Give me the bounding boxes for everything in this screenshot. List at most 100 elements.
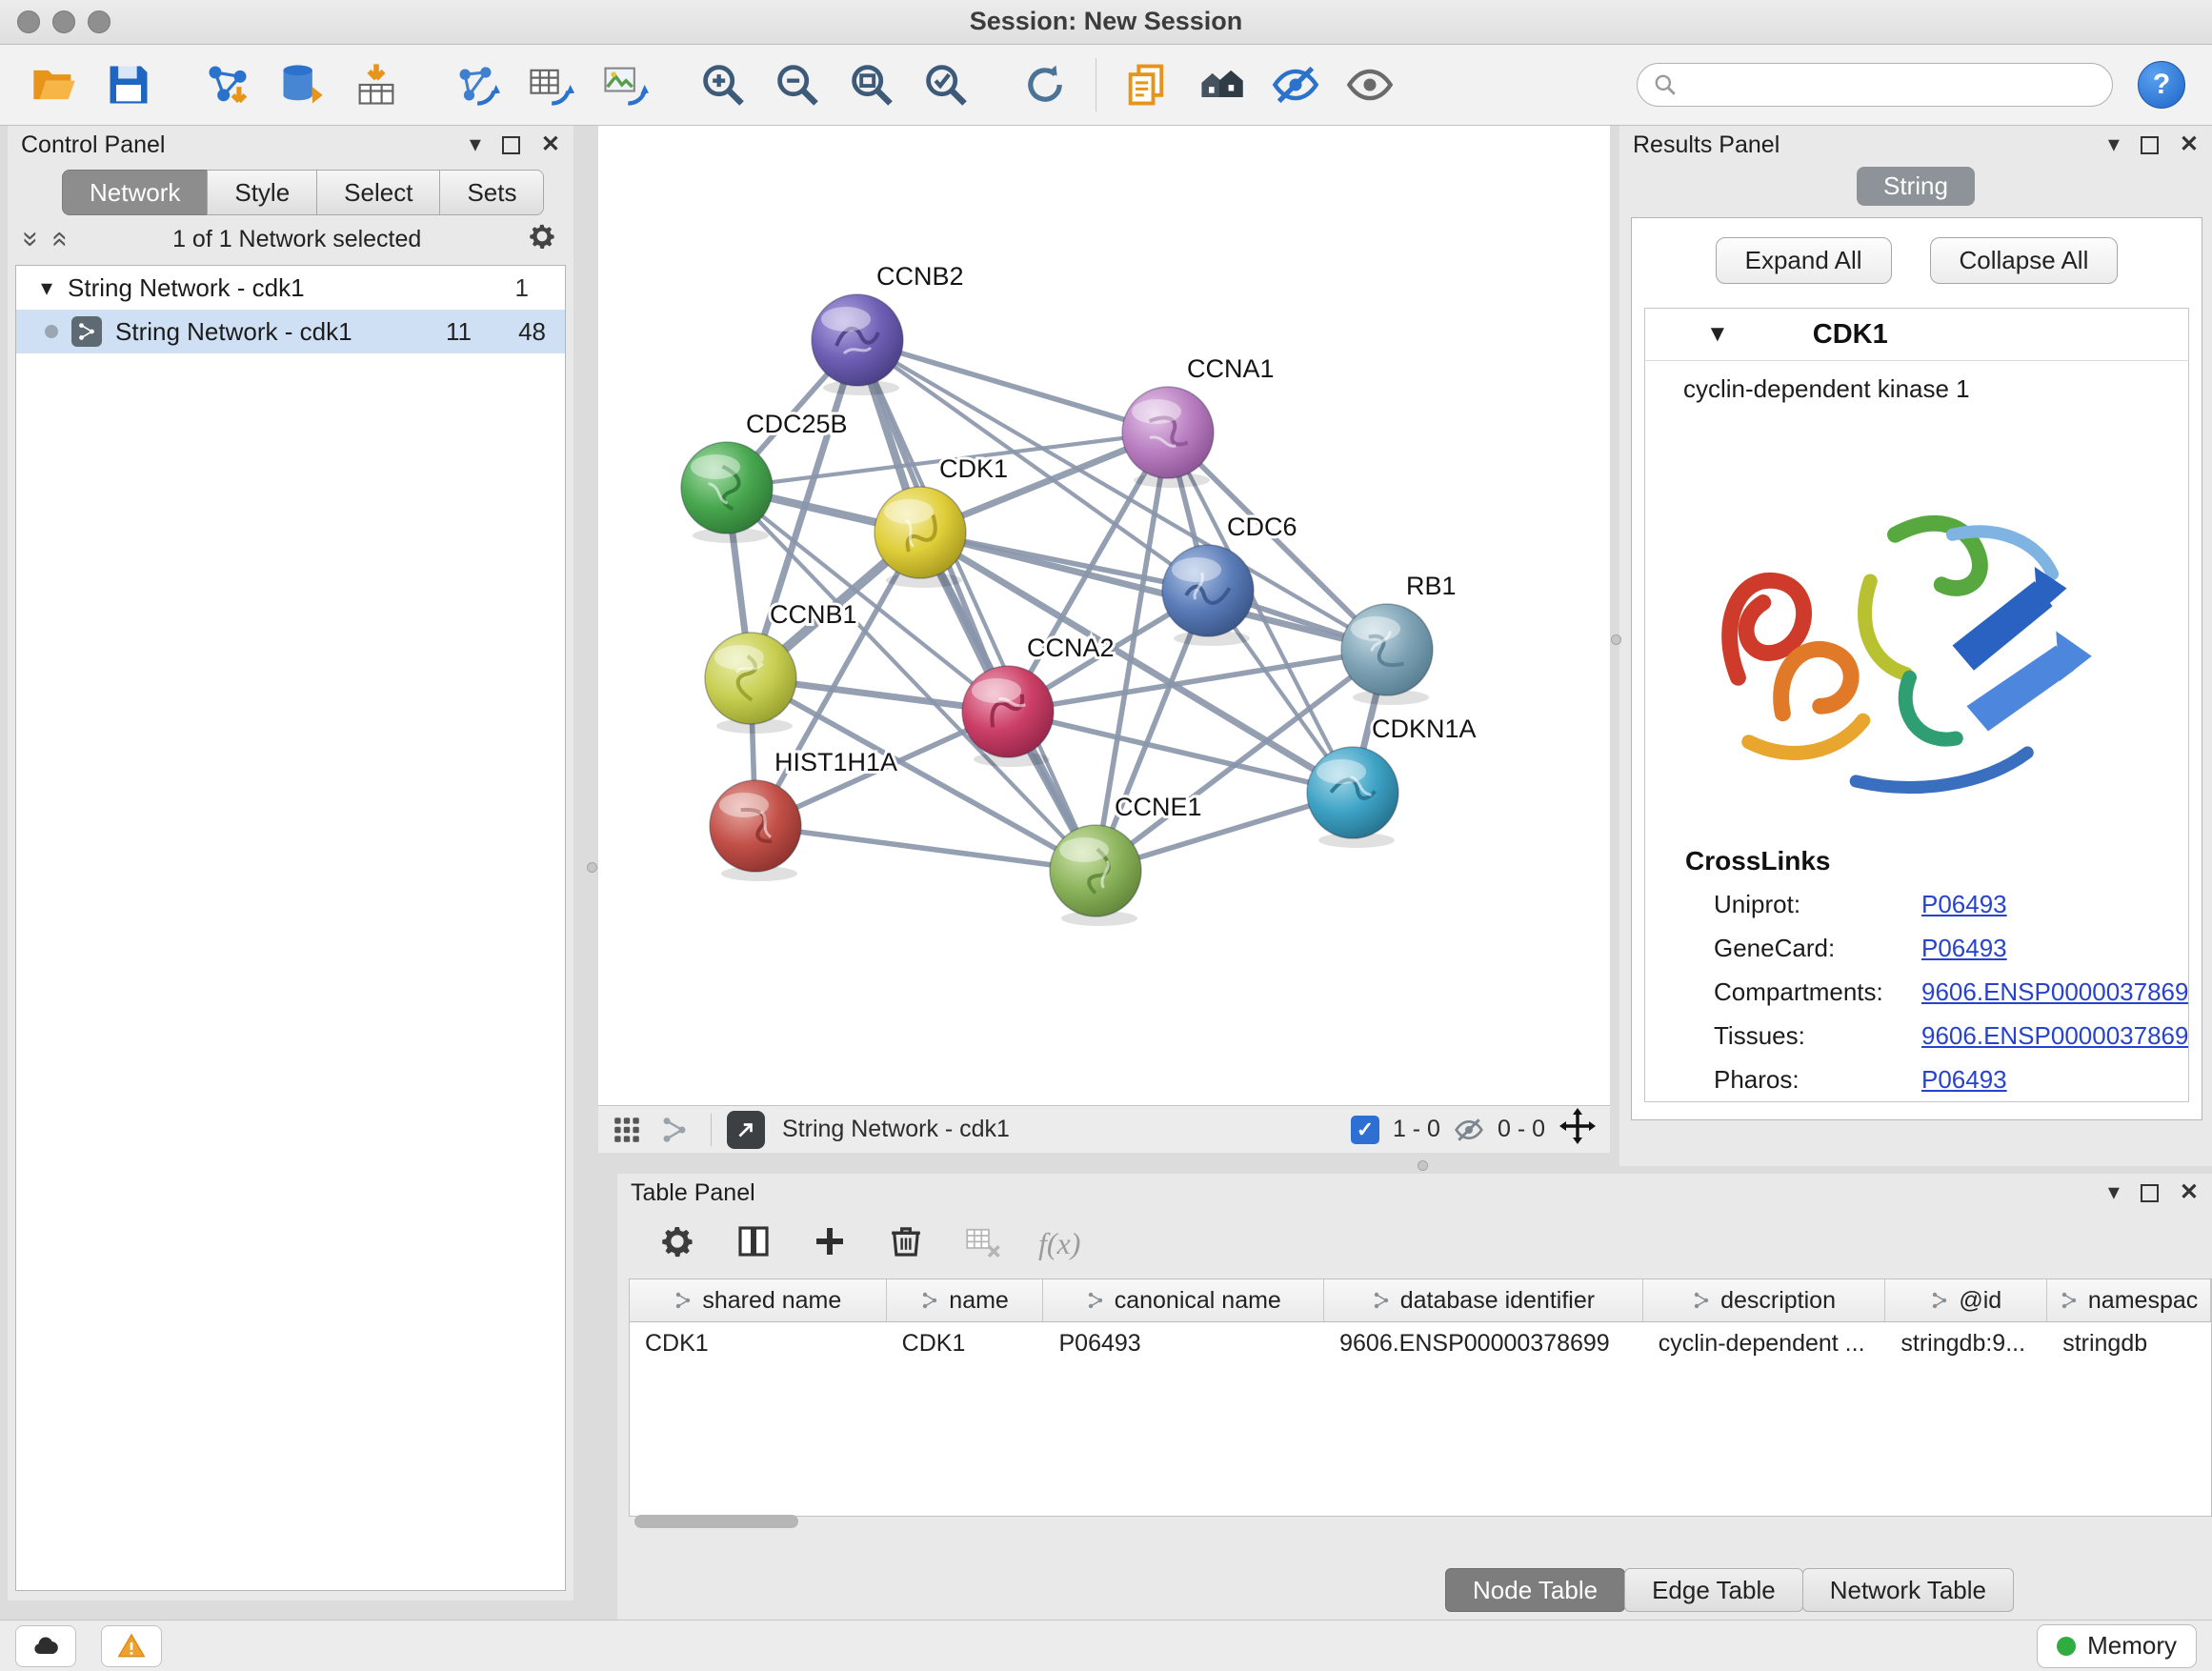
tab-sets[interactable]: Sets [439, 170, 544, 215]
edge-CCNB2-CCNA1[interactable] [857, 340, 1168, 433]
node-CDKN1A[interactable]: CDKN1A [1307, 715, 1477, 848]
splitter-handle[interactable] [1418, 1160, 1428, 1171]
home-view-button[interactable] [1193, 54, 1250, 115]
crosslink-link[interactable]: P06493 [1921, 890, 2007, 919]
node-CDK1[interactable]: CDK1 [875, 454, 1008, 588]
table-cell[interactable]: stringdb:9... [1885, 1322, 2047, 1364]
share-network-button[interactable] [659, 1115, 690, 1145]
import-network-button[interactable] [199, 54, 256, 115]
check-icon: ✓ [1357, 1117, 1374, 1142]
duplicate-document-button[interactable] [1118, 54, 1176, 115]
column-header--id[interactable]: @id [1885, 1279, 2047, 1321]
toolbar-search-input[interactable] [1687, 70, 2097, 100]
tab-select[interactable]: Select [316, 170, 440, 215]
panel-menu-icon[interactable]: ▾ [470, 133, 481, 156]
panel-close-icon[interactable]: ✕ [2180, 133, 2199, 156]
panel-float-icon[interactable] [502, 136, 520, 154]
panel-menu-icon[interactable]: ▾ [2108, 133, 2120, 156]
export-table-button[interactable] [521, 54, 578, 115]
node-CCNB1[interactable]: CCNB1 [705, 600, 857, 734]
selected-checkbox-icon[interactable]: ✓ [1351, 1116, 1379, 1144]
save-session-button[interactable] [100, 54, 157, 115]
tab-network-table[interactable]: Network Table [1802, 1568, 2014, 1612]
splitter-handle[interactable] [587, 862, 597, 873]
pan-mode-button[interactable] [1558, 1107, 1597, 1152]
column-header-description[interactable]: description [1643, 1279, 1886, 1321]
edge-CCNB2-CCNE1[interactable] [857, 340, 1096, 871]
delete-column-button[interactable] [886, 1221, 926, 1266]
node-CCNE1[interactable]: CCNE1 [1050, 793, 1202, 926]
node-table-header: shared namenamecanonical namedatabase id… [630, 1279, 2211, 1322]
zoom-in-button[interactable] [694, 54, 752, 115]
panel-menu-icon[interactable]: ▾ [2108, 1181, 2120, 1204]
crosslink-link[interactable]: 9606.ENSP00000378699 [1921, 1021, 2189, 1051]
table-row[interactable]: CDK1CDK1P064939606.ENSP00000378699cyclin… [630, 1322, 2211, 1364]
network-canvas[interactable]: CCNB2CCNA1CDC25BCDK1CDC6RB1CCNB1CCNA2CDK… [598, 126, 1610, 1105]
show-columns-button[interactable] [734, 1221, 774, 1266]
node-CDC6[interactable]: CDC6 [1162, 513, 1297, 646]
crosslink-link[interactable]: 9606.ENSP00000378699 [1921, 977, 2189, 1007]
tab-string[interactable]: String [1857, 167, 1975, 206]
crosslink-link[interactable]: P06493 [1921, 934, 2007, 963]
new-network-from-selection-button[interactable] [447, 54, 504, 115]
node-CCNA1[interactable]: CCNA1 [1122, 354, 1275, 488]
protein-section-header[interactable]: ▼ CDK1 [1645, 309, 2188, 361]
table-cell[interactable]: cyclin-dependent ... [1643, 1322, 1886, 1364]
network-options-button[interactable] [526, 220, 558, 259]
panel-float-icon[interactable] [2141, 1184, 2159, 1202]
node-RB1[interactable]: RB1 [1341, 572, 1457, 705]
panel-close-icon[interactable]: ✕ [541, 133, 560, 156]
hidden-elements-button[interactable] [1454, 1115, 1484, 1145]
collapse-all-networks-icon[interactable]: » [16, 232, 45, 248]
node-HIST1H1A[interactable]: HIST1H1A [710, 748, 897, 881]
cloud-status-button[interactable] [15, 1625, 76, 1667]
panel-close-icon[interactable]: ✕ [2180, 1181, 2199, 1204]
tab-edge-table[interactable]: Edge Table [1624, 1568, 1803, 1612]
table-cell[interactable]: P06493 [1043, 1322, 1324, 1364]
zoom-fit-button[interactable] [843, 54, 900, 115]
column-header-name[interactable]: name [887, 1279, 1044, 1321]
open-in-browser-button[interactable] [727, 1111, 765, 1149]
splitter-handle[interactable] [1611, 634, 1621, 645]
birds-eye-view-button[interactable] [612, 1115, 642, 1145]
disclosure-icon[interactable]: ▾ [41, 274, 52, 302]
tab-node-table[interactable]: Node Table [1445, 1568, 1625, 1612]
table-cell[interactable]: CDK1 [630, 1322, 887, 1364]
show-all-button[interactable] [1341, 54, 1398, 115]
panel-float-icon[interactable] [2141, 136, 2159, 154]
column-header-canonical-name[interactable]: canonical name [1043, 1279, 1324, 1321]
crosslink-link[interactable]: P06493 [1921, 1065, 2007, 1095]
column-header-database-identifier[interactable]: database identifier [1324, 1279, 1643, 1321]
memory-button[interactable]: Memory [2037, 1624, 2197, 1668]
create-column-button[interactable] [810, 1221, 850, 1266]
table-cell[interactable]: stringdb [2047, 1322, 2211, 1364]
edge-HIST1H1A-CCNE1[interactable] [755, 826, 1096, 871]
collapse-all-button[interactable]: Collapse All [1930, 237, 2119, 284]
table-settings-button[interactable] [657, 1221, 697, 1266]
table-cell[interactable]: CDK1 [887, 1322, 1044, 1364]
zoom-selected-button[interactable] [917, 54, 975, 115]
column-header-namespac[interactable]: namespac [2047, 1279, 2211, 1321]
help-button[interactable]: ? [2138, 61, 2185, 109]
import-network-from-database-button[interactable] [273, 54, 331, 115]
warnings-button[interactable] [101, 1625, 162, 1667]
network-selection-status: 1 of 1 Network selected [68, 226, 526, 253]
expand-all-button[interactable]: Expand All [1716, 237, 1892, 284]
node-CCNB2[interactable]: CCNB2 [812, 262, 964, 395]
open-session-button[interactable] [26, 54, 83, 115]
collapse-section-icon[interactable]: ▼ [1706, 321, 1729, 348]
network-row-selected[interactable]: String Network - cdk1 11 48 [16, 310, 565, 353]
expand-all-networks-icon[interactable]: « [46, 232, 74, 248]
import-table-button[interactable] [348, 54, 405, 115]
table-horizontal-scrollbar[interactable] [634, 1515, 798, 1528]
crosslink-row: Pharos:P06493 [1645, 1057, 2188, 1101]
export-image-button[interactable] [595, 54, 653, 115]
network-collection-row[interactable]: ▾ String Network - cdk1 1 [16, 266, 565, 310]
tab-network[interactable]: Network [62, 170, 208, 215]
column-header-shared-name[interactable]: shared name [630, 1279, 887, 1321]
hide-selected-button[interactable] [1267, 54, 1324, 115]
apply-style-button[interactable] [1016, 54, 1074, 115]
zoom-out-button[interactable] [769, 54, 826, 115]
table-cell[interactable]: 9606.ENSP00000378699 [1324, 1322, 1643, 1364]
tab-style[interactable]: Style [207, 170, 317, 215]
